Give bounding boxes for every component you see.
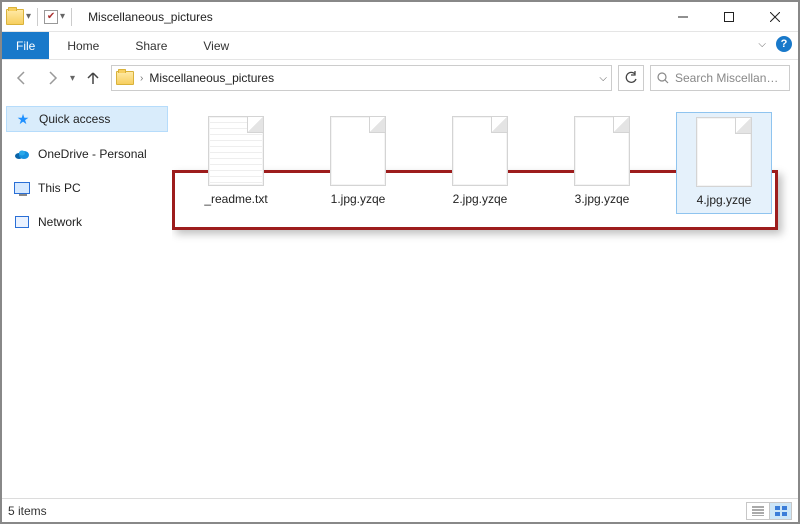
large-icons-view-button[interactable] (769, 503, 791, 519)
search-box[interactable]: Search Miscellane... (650, 65, 790, 91)
file-name-label: 4.jpg.yzqe (697, 193, 752, 207)
ribbon-right: ⌵ ? (758, 36, 792, 52)
folder-icon[interactable] (6, 9, 24, 25)
generic-file-icon (574, 116, 630, 186)
separator (37, 8, 38, 26)
sidebar-item-label: OneDrive - Personal (38, 147, 147, 161)
nav-forward-button[interactable] (40, 66, 64, 90)
large-icons-icon (775, 506, 787, 516)
properties-checkbox-icon[interactable]: ✔ (44, 10, 58, 24)
nav-back-button[interactable] (10, 66, 34, 90)
generic-file-icon (452, 116, 508, 186)
file-grid: _readme.txt 1.jpg.yzqe 2.jpg.yzqe 3.jpg.yzq… (172, 112, 798, 214)
file-item[interactable]: 4.jpg.yzqe (676, 112, 772, 214)
file-item[interactable]: 1.jpg.yzqe (310, 112, 406, 212)
arrow-left-icon (14, 70, 30, 86)
sidebar-item-quick-access[interactable]: ★ Quick access (6, 106, 168, 132)
separator (71, 8, 72, 26)
refresh-icon (624, 71, 638, 85)
folder-icon (116, 71, 134, 85)
file-item[interactable]: 3.jpg.yzqe (554, 112, 650, 212)
tab-home[interactable]: Home (49, 32, 117, 59)
minimize-icon (678, 12, 688, 22)
search-icon (657, 72, 669, 84)
tab-share[interactable]: Share (117, 32, 185, 59)
generic-file-icon (696, 117, 752, 187)
sidebar-item-label: This PC (38, 181, 81, 195)
sidebar-item-label: Quick access (39, 112, 110, 126)
expand-ribbon-icon[interactable]: ⌵ (758, 39, 766, 50)
view-mode-toggle (746, 502, 792, 520)
minimize-button[interactable] (660, 2, 706, 32)
file-tab[interactable]: File (2, 32, 49, 59)
sidebar-item-label: Network (38, 215, 82, 229)
close-button[interactable] (752, 2, 798, 32)
file-name-label: 3.jpg.yzqe (575, 192, 630, 206)
generic-file-icon (330, 116, 386, 186)
address-bar[interactable]: › Miscellaneous_pictures ⌵ (111, 65, 612, 91)
page-fold-icon (247, 117, 263, 133)
recent-locations-dropdown[interactable]: ▾ (70, 73, 75, 84)
star-icon: ★ (15, 111, 31, 127)
arrow-right-icon (44, 70, 60, 86)
ribbon: File Home Share View ⌵ ? (2, 32, 798, 60)
search-placeholder: Search Miscellane... (675, 71, 783, 85)
file-view[interactable]: _readme.txt 1.jpg.yzqe 2.jpg.yzqe 3.jpg.yzq… (172, 96, 798, 498)
network-icon (14, 214, 30, 230)
page-fold-icon (369, 117, 385, 133)
breadcrumb-current[interactable]: Miscellaneous_pictures (149, 71, 274, 85)
window-title: Miscellaneous_pictures (88, 10, 213, 24)
breadcrumb-separator-icon[interactable]: › (140, 73, 143, 84)
file-name-label: 1.jpg.yzqe (331, 192, 386, 206)
details-icon (752, 506, 764, 516)
close-icon (770, 12, 780, 22)
file-name-label: _readme.txt (204, 192, 267, 206)
cloud-icon (14, 146, 30, 162)
chevron-down-icon[interactable]: ▾ (60, 11, 65, 22)
nav-pane: ★ Quick access OneDrive - Personal This … (2, 96, 172, 498)
page-fold-icon (491, 117, 507, 133)
details-view-button[interactable] (747, 503, 769, 519)
status-bar: 5 items (2, 498, 798, 522)
status-item-count: 5 items (8, 504, 47, 518)
refresh-button[interactable] (618, 65, 644, 91)
file-item[interactable]: 2.jpg.yzqe (432, 112, 528, 212)
maximize-icon (724, 12, 734, 22)
address-dropdown-icon[interactable]: ⌵ (599, 73, 607, 84)
chevron-down-icon[interactable]: ▾ (26, 11, 31, 22)
explorer-body: ★ Quick access OneDrive - Personal This … (2, 96, 798, 498)
page-fold-icon (735, 118, 751, 134)
help-icon[interactable]: ? (776, 36, 792, 52)
file-name-label: 2.jpg.yzqe (453, 192, 508, 206)
sidebar-item-this-pc[interactable]: This PC (6, 176, 168, 200)
nav-bar: ▾ › Miscellaneous_pictures ⌵ Search Misc… (2, 60, 798, 96)
nav-up-button[interactable] (81, 66, 105, 90)
sidebar-item-onedrive[interactable]: OneDrive - Personal (6, 142, 168, 166)
quick-access-toolbar: ▾ ✔ ▾ (2, 8, 80, 26)
arrow-up-icon (85, 70, 101, 86)
window-controls (660, 2, 798, 32)
file-item[interactable]: _readme.txt (188, 112, 284, 212)
title-bar: ▾ ✔ ▾ Miscellaneous_pictures (2, 2, 798, 32)
tab-view[interactable]: View (185, 32, 247, 59)
page-fold-icon (613, 117, 629, 133)
pc-icon (14, 180, 30, 196)
maximize-button[interactable] (706, 2, 752, 32)
sidebar-item-network[interactable]: Network (6, 210, 168, 234)
text-file-icon (208, 116, 264, 186)
